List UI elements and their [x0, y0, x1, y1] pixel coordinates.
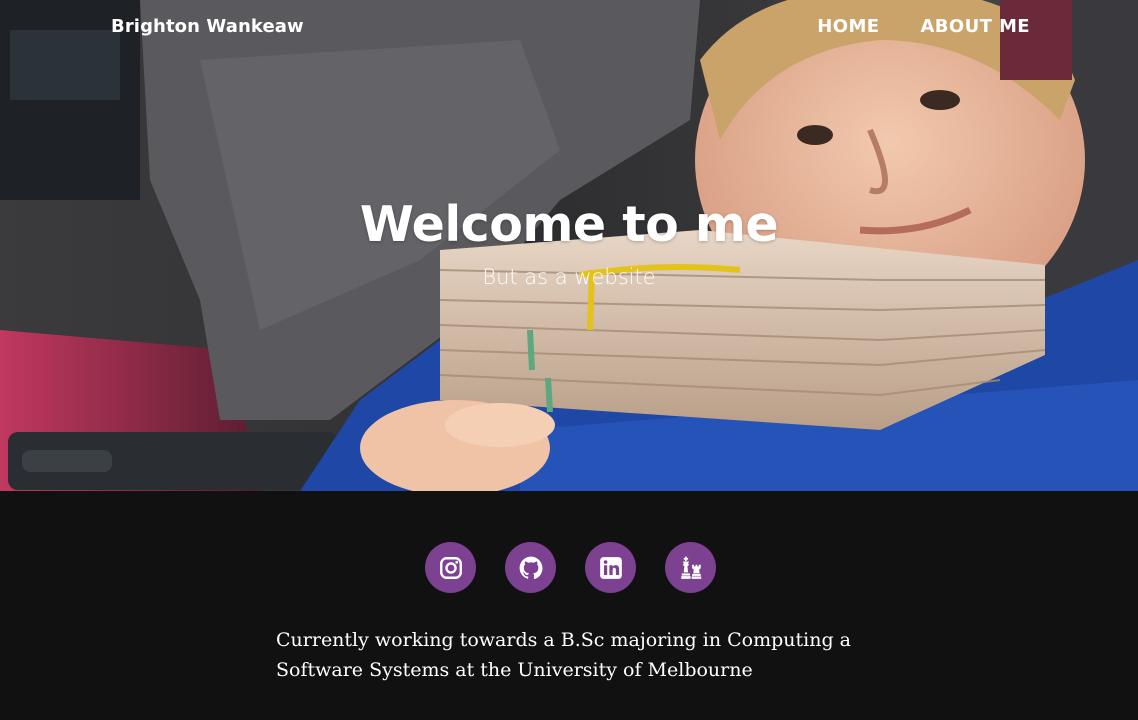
hero-title: Welcome to me	[359, 196, 779, 253]
linkedin-icon	[599, 556, 622, 579]
linkedin-button[interactable]	[585, 542, 636, 593]
github-button[interactable]	[505, 542, 556, 593]
hero-subtitle: But as a website	[482, 265, 656, 289]
instagram-icon	[439, 556, 462, 579]
site-brand-link[interactable]: Brighton Wankeaw	[111, 16, 304, 37]
main-nav: HOME ABOUT ME	[817, 16, 1030, 37]
social-links	[425, 542, 716, 593]
nav-about-me-link[interactable]: ABOUT ME	[920, 16, 1030, 37]
chess-icon	[680, 556, 701, 579]
github-icon	[519, 556, 542, 579]
bio-text: Currently working towards a B.Sc majorin…	[276, 629, 851, 681]
about-section: Currently working towards a B.Sc majorin…	[0, 491, 1138, 720]
hero-section: Brighton Wankeaw HOME ABOUT ME Welcome t…	[0, 0, 1138, 491]
nav-home-link[interactable]: HOME	[817, 16, 879, 37]
chess-button[interactable]	[665, 542, 716, 593]
instagram-button[interactable]	[425, 542, 476, 593]
